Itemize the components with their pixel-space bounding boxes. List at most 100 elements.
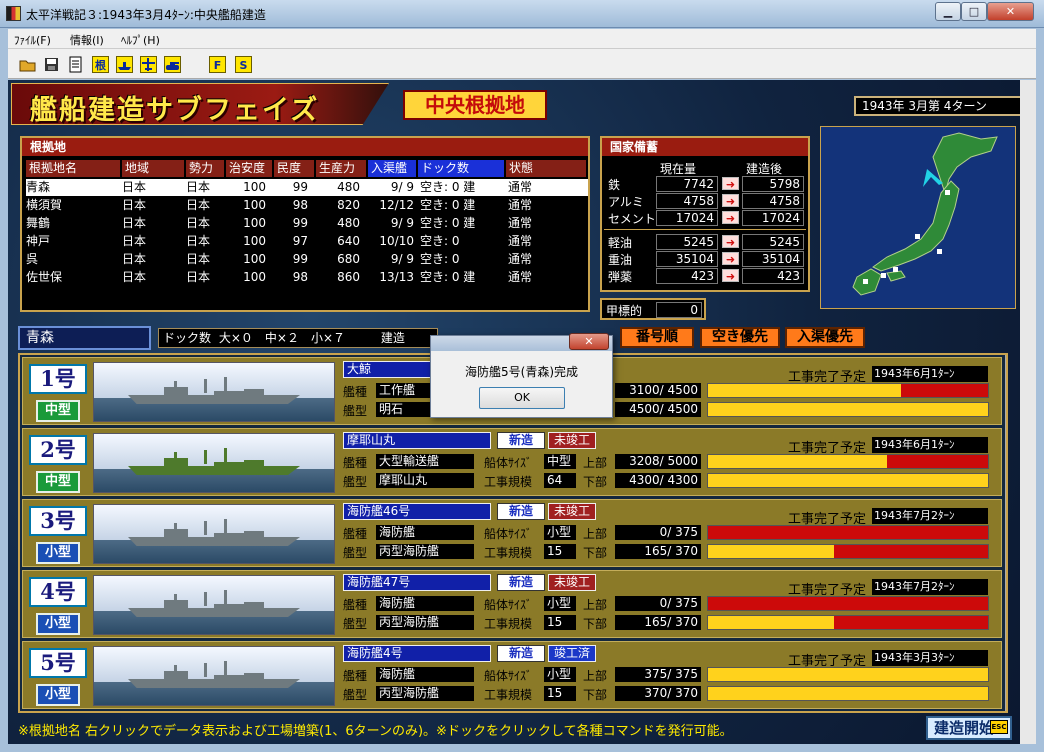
ship-name[interactable]: 摩耶山丸 bbox=[343, 432, 491, 449]
dialog-ok-button[interactable]: OK bbox=[479, 387, 565, 409]
base-icon[interactable]: 根 bbox=[92, 56, 109, 73]
base-name: 舞鶴 bbox=[26, 216, 51, 230]
build-status-tag: 未竣工 bbox=[548, 503, 596, 520]
close-button[interactable]: ✕ bbox=[987, 2, 1034, 21]
help-footer: ※根拠地名 右クリックでデータ表示および工場増築(1、6ターンのみ)。※ドックを… bbox=[18, 724, 733, 739]
stock-label: 軽油 bbox=[608, 236, 633, 250]
hull-size-label: 船体ｻｲｽﾞ bbox=[484, 456, 533, 470]
hull-size-value: 小型 bbox=[544, 667, 576, 682]
lower-progress-bar bbox=[707, 473, 989, 488]
dock-number: 4号 bbox=[29, 577, 87, 607]
base-docked: 9/ 9 bbox=[390, 252, 414, 266]
col-docked[interactable]: 入渠艦 bbox=[368, 160, 416, 177]
menu-help[interactable]: ﾍﾙﾌﾟ(H) bbox=[121, 32, 160, 48]
ship-superstructure bbox=[244, 389, 264, 397]
completion-due-value: 1943年7月2ﾀｰﾝ bbox=[872, 579, 988, 595]
upper-label: 上部 bbox=[583, 669, 608, 683]
stock-current: 423 bbox=[656, 268, 718, 284]
plane-icon[interactable] bbox=[140, 56, 157, 73]
open-folder-icon[interactable] bbox=[19, 56, 36, 73]
lower-progress-bar bbox=[707, 402, 989, 417]
dock-row[interactable]: 3号 小型 海防艦46号 新造 未竣工 艦種 海防艦 艦型 丙型海防艦 船体ｻｲｽﾞ 小型 工事規模 1… bbox=[22, 499, 1002, 567]
turn-date: 1943年 3月第 4ターン bbox=[854, 96, 1020, 116]
arrow-right-icon: ➜ bbox=[722, 194, 739, 208]
base-civility: 99 bbox=[292, 252, 308, 266]
document-icon[interactable] bbox=[67, 56, 84, 73]
save-disk-icon[interactable] bbox=[43, 56, 60, 73]
col-region[interactable]: 地域 bbox=[122, 160, 184, 177]
ship-type-value: 海防艦 bbox=[376, 525, 474, 540]
window-scrollbar[interactable] bbox=[1020, 80, 1036, 744]
base-state: 通常 bbox=[508, 180, 533, 194]
start-build-button[interactable]: 建造開始 ESC bbox=[926, 716, 1012, 740]
base-row[interactable]: 横須賀 日本 日本 100 98 820 12/12 空き: 0 建 通常 bbox=[26, 197, 588, 214]
col-production[interactable]: 生産力 bbox=[316, 160, 366, 177]
base-production: 640 bbox=[337, 234, 360, 248]
f-icon[interactable]: F bbox=[209, 56, 226, 73]
dialog-close-button[interactable]: ✕ bbox=[569, 333, 609, 350]
ship-model-label: 艦型 bbox=[343, 475, 368, 489]
menu-file[interactable]: ﾌｧｲﾙ(F) bbox=[14, 32, 51, 48]
lower-label: 下部 bbox=[583, 688, 608, 702]
ship-type-label: 艦種 bbox=[343, 527, 368, 541]
sort-by-number-button[interactable]: 番号順 bbox=[620, 327, 694, 348]
completion-due-value: 1943年3月3ﾀｰﾝ bbox=[872, 650, 988, 666]
stores-divider bbox=[604, 229, 806, 230]
base-state: 通常 bbox=[508, 234, 533, 248]
new-build-tag: 新造 bbox=[497, 574, 545, 591]
base-row[interactable]: 青森 日本 日本 100 99 480 9/ 9 空き: 0 建 通常 bbox=[26, 179, 588, 196]
col-state[interactable]: 状態 bbox=[506, 160, 586, 177]
stock-current: 7742 bbox=[656, 176, 718, 192]
sort-docked-first-button[interactable]: 入渠優先 bbox=[785, 327, 865, 348]
col-force[interactable]: 勢力 bbox=[186, 160, 224, 177]
col-civility[interactable]: 民度 bbox=[274, 160, 314, 177]
ship-name[interactable]: 海防艦47号 bbox=[343, 574, 491, 591]
s-icon[interactable]: S bbox=[235, 56, 252, 73]
base-force: 日本 bbox=[186, 234, 211, 248]
base-row[interactable]: 佐世保 日本 日本 100 98 860 13/13 空き: 0 建 通常 bbox=[26, 269, 588, 286]
progress-fill bbox=[708, 668, 988, 681]
hull-size-value: 小型 bbox=[544, 596, 576, 611]
maximize-button[interactable]: □ bbox=[961, 2, 987, 21]
dock-row[interactable]: 4号 小型 海防艦47号 新造 未竣工 艦種 海防艦 艦型 丙型海防艦 船体ｻｲｽﾞ 小型 工事規模 1… bbox=[22, 570, 1002, 638]
build-status-tag: 未竣工 bbox=[548, 574, 596, 591]
dock-list-scrollbar[interactable] bbox=[1005, 355, 1006, 711]
build-status-tag: 未竣工 bbox=[548, 432, 596, 449]
dock-row[interactable]: 5号 小型 海防艦4号 新造 竣工済 艦種 海防艦 艦型 丙型海防艦 船体ｻｲｽﾞ 小型 工事規模 15… bbox=[22, 641, 1002, 709]
ship-mast bbox=[174, 452, 177, 464]
base-security: 100 bbox=[243, 252, 266, 266]
upper-label: 上部 bbox=[583, 456, 608, 470]
base-region: 日本 bbox=[122, 216, 147, 230]
hull-size-label: 船体ｻｲｽﾞ bbox=[484, 598, 533, 612]
col-dock-count[interactable]: ドック数 bbox=[418, 160, 504, 177]
tank-icon[interactable] bbox=[164, 56, 181, 73]
ship-model-value: 丙型海防艦 bbox=[376, 544, 474, 559]
upper-value: 3100/ 4500 bbox=[615, 383, 701, 398]
stock-after: 5245 bbox=[742, 234, 804, 250]
base-row[interactable]: 舞鶴 日本 日本 100 99 480 9/ 9 空き: 0 建 通常 bbox=[26, 215, 588, 232]
dock-row[interactable]: 2号 中型 摩耶山丸 新造 未竣工 艦種 大型輸送艦 艦型 摩耶山丸 船体ｻｲｽﾞ 中型 工事規模 64… bbox=[22, 428, 1002, 496]
ship-name[interactable]: 海防艦4号 bbox=[343, 645, 491, 662]
stock-current: 35104 bbox=[656, 251, 718, 267]
ship-icon[interactable] bbox=[116, 56, 133, 73]
lower-value: 165/ 370 bbox=[615, 615, 701, 630]
ship-superstructure bbox=[214, 391, 244, 399]
national-stores-panel: 国家備蓄 現在量 建造後 鉄 7742 ➜ 5798 アルミ 4758 ➜ 4758 セメント 1… bbox=[600, 136, 810, 292]
completion-due: 工事完了予定 1943年7月2ﾀｰﾝ bbox=[788, 579, 988, 598]
lower-value: 4500/ 4500 bbox=[615, 402, 701, 417]
ship-name[interactable]: 海防艦46号 bbox=[343, 503, 491, 520]
menu-info[interactable]: 情報(I) bbox=[70, 32, 104, 48]
col-security[interactable]: 治安度 bbox=[226, 160, 272, 177]
base-region: 日本 bbox=[122, 180, 147, 194]
sort-empty-first-button[interactable]: 空き優先 bbox=[700, 327, 780, 348]
ship-mast bbox=[224, 448, 227, 464]
japan-map[interactable] bbox=[820, 126, 1016, 309]
base-row[interactable]: 神戸 日本 日本 100 97 640 10/10 空き: 0 通常 bbox=[26, 233, 588, 250]
minimize-button[interactable]: ▁ bbox=[935, 2, 961, 21]
base-production: 820 bbox=[337, 198, 360, 212]
base-row[interactable]: 呉 日本 日本 100 99 680 9/ 9 空き: 0 通常 bbox=[26, 251, 588, 268]
base-name: 佐世保 bbox=[26, 270, 63, 284]
ship-type-label: 艦種 bbox=[343, 385, 368, 399]
base-name: 神戸 bbox=[26, 234, 51, 248]
col-base-name[interactable]: 根拠地名 bbox=[26, 160, 120, 177]
